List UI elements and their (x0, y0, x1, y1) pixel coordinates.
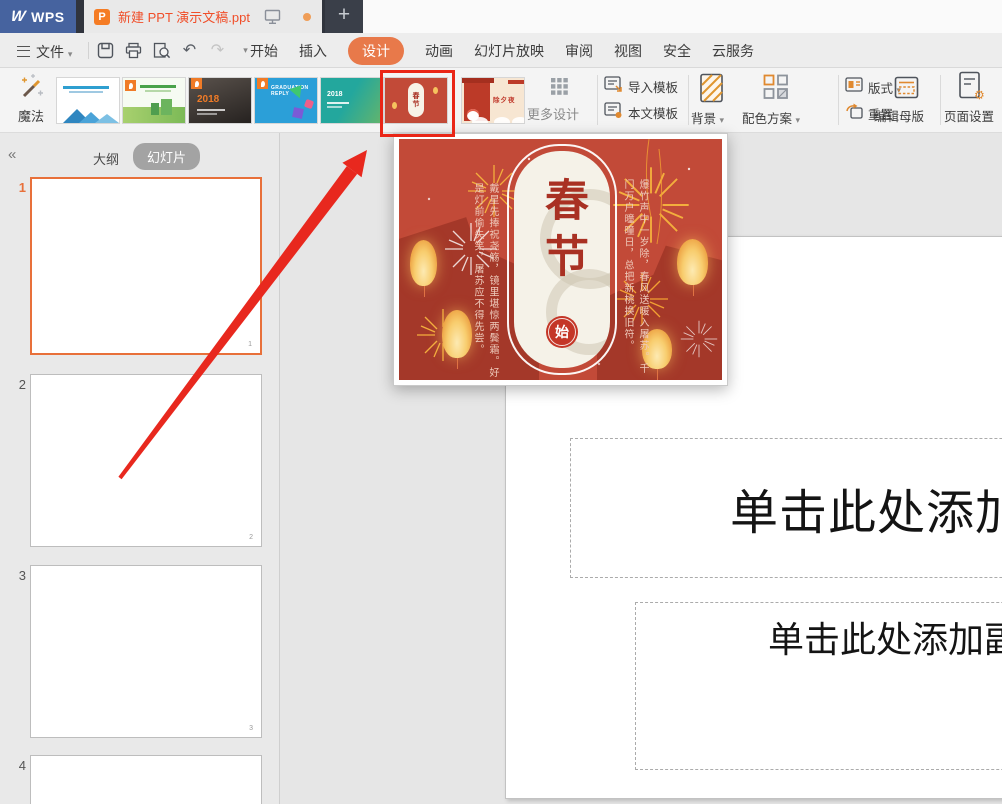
divider (688, 75, 689, 125)
import-template-icon (604, 76, 623, 93)
monitor-icon (264, 9, 281, 25)
collapse-panel-button[interactable]: « (8, 146, 16, 163)
magic-button[interactable]: 魔法 (8, 72, 54, 128)
preview-title-text: 春节 (530, 177, 594, 289)
tab-home[interactable]: 开始 (250, 37, 278, 65)
design-ribbon: 魔法 2018 GRADUATION REPLY 2018 (0, 68, 1002, 133)
poem-right: 爆竹声中一岁除，春风送暖入屠苏。千门万户曈曈日，总把新桃换旧符。 (620, 179, 650, 380)
slide-thumbnail-1[interactable]: 1 (30, 177, 262, 355)
wps-template-badge (125, 80, 136, 91)
ribbon-tabs: 开始 插入 设计 动画 幻灯片放映 审阅 视图 安全 云服务 (250, 33, 754, 68)
divider (88, 42, 89, 59)
slide-number: 4 (12, 758, 26, 773)
slide-number: 2 (12, 377, 26, 392)
slides-panel: « 大纲 幻灯片 1 1 2 2 3 3 4 (0, 133, 280, 804)
new-tab-button[interactable]: + (325, 0, 363, 33)
slide-number: 3 (12, 568, 26, 583)
slide-thumbnail-3[interactable]: 3 (30, 565, 262, 738)
tab-view[interactable]: 视图 (614, 37, 642, 65)
print-button[interactable] (124, 41, 143, 60)
tab-animation[interactable]: 动画 (425, 37, 453, 65)
undo-button[interactable]: ↶ (180, 41, 199, 60)
tab-slides[interactable]: 幻灯片 (133, 143, 200, 170)
tab-slideshow[interactable]: 幻灯片放映 (474, 37, 544, 65)
spring-festival-preview: 戴星先捧祝尧觞，镜里堪惊两鬓霜。好是灯前偷失笑，屠苏应不得先尝。 爆竹声中一岁除… (399, 139, 722, 380)
template-selection-border (380, 70, 455, 137)
gear-icon: ⚙ (974, 88, 985, 102)
tab-design[interactable]: 设计 (348, 37, 404, 65)
sky-lantern (442, 310, 472, 358)
subtitle-placeholder[interactable]: 单击此处添加副标题 (635, 602, 1002, 770)
presentation-file-icon: P (94, 9, 110, 25)
template-dark-2018-report[interactable]: 2018 (189, 78, 251, 123)
tab-security[interactable]: 安全 (663, 37, 691, 65)
save-button[interactable] (96, 41, 115, 60)
layout-icon (845, 77, 863, 92)
sky-lantern (410, 240, 437, 286)
mountains-graphic (57, 107, 119, 123)
template-new-year-eve[interactable]: 除夕夜 (462, 78, 524, 123)
wps-w-icon: W (10, 8, 27, 25)
wps-template-badge (257, 78, 268, 89)
magic-wand-icon (18, 74, 44, 102)
redo-button[interactable]: ↷ (208, 41, 227, 60)
divider (838, 75, 839, 125)
template-green-cartoon-landscape[interactable] (123, 78, 185, 123)
text-template-icon (604, 102, 623, 119)
menu-bar: 文件 ▾ ↶ ↷ ▾ 开始 插入 设计 动画 幻灯片放映 审阅 视图 (0, 33, 1002, 68)
tab-review[interactable]: 审阅 (565, 37, 593, 65)
reset-icon (845, 103, 863, 120)
preview-title-banner: 春节 始 (514, 151, 610, 368)
seal-stamp: 始 (546, 316, 578, 348)
slide-thumbnail-4[interactable] (30, 755, 262, 804)
template-graduation-reply[interactable]: GRADUATION REPLY (255, 78, 317, 123)
title-placeholder[interactable]: 单击此处添加标题 (570, 438, 1002, 578)
wps-template-badge (191, 78, 202, 89)
modified-indicator-dot (303, 13, 311, 21)
hamburger-icon[interactable] (17, 46, 30, 57)
document-tab[interactable]: P 新建 PPT 演示文稿.ppt (84, 0, 322, 33)
wps-brand-label: WPS (31, 9, 64, 25)
print-preview-button[interactable] (152, 41, 171, 60)
divider (940, 75, 941, 125)
color-scheme-icon (763, 74, 789, 101)
divider (597, 75, 598, 125)
template-blue-mountain-business[interactable] (57, 78, 119, 123)
title-bar: W WPS P 新建 PPT 演示文稿.ppt + (0, 0, 1002, 33)
file-menu-button[interactable]: 文件 ▾ (36, 42, 72, 62)
tab-insert[interactable]: 插入 (299, 37, 327, 65)
grid-icon (551, 78, 568, 95)
tab-cloud[interactable]: 云服务 (712, 37, 754, 65)
slide-number: 1 (12, 180, 26, 195)
poem-left: 戴星先捧祝尧觞，镜里堪惊两鬓霜。好是灯前偷失笑，屠苏应不得先尝。 (470, 183, 500, 380)
template-teal-2018-minimal[interactable]: 2018 (321, 78, 383, 123)
chevron-down-icon: ▾ (796, 115, 801, 125)
tab-outline[interactable]: 大纲 (93, 149, 119, 168)
wps-presentation-window: W WPS P 新建 PPT 演示文稿.ppt + 文件 ▾ (0, 0, 1002, 804)
background-icon (699, 73, 725, 104)
sky-lantern (677, 239, 708, 285)
edit-master-icon (894, 76, 919, 99)
slide-thumbnail-2[interactable]: 2 (30, 374, 262, 547)
wps-logo-button[interactable]: W WPS (0, 0, 76, 33)
chevron-down-icon: ▾ (720, 115, 725, 125)
template-preview-popup[interactable]: 戴星先捧祝尧觞，镜里堪惊两鬓霜。好是灯前偷失笑，屠苏应不得先尝。 爆竹声中一岁除… (393, 133, 728, 386)
chevron-down-icon: ▾ (68, 49, 73, 59)
document-tab-title: 新建 PPT 演示文稿.ppt (118, 7, 250, 26)
